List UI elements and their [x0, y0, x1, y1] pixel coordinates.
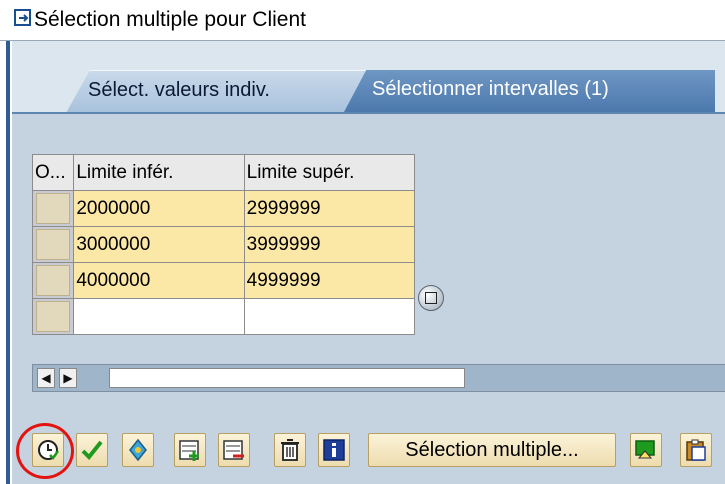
info-button[interactable]: [318, 433, 350, 467]
table-row: 2000000 2999999: [31, 190, 416, 227]
expand-icon: [425, 292, 437, 304]
row-selector-button[interactable]: [36, 301, 71, 332]
table-row: [31, 298, 416, 335]
scroll-right-arrow-icon[interactable]: ▶: [59, 368, 77, 388]
lower-limit-input[interactable]: 4000000: [73, 262, 245, 299]
expand-table-button[interactable]: [418, 285, 444, 311]
import-button[interactable]: [630, 433, 662, 467]
row-selector-cell: [31, 226, 75, 263]
column-header-lower-limit[interactable]: Limite infér.: [73, 154, 245, 191]
title-bar: Sélection multiple pour Client: [0, 0, 725, 41]
check-icon: [81, 440, 103, 460]
lower-limit-input[interactable]: [73, 298, 245, 335]
window-left-border: [0, 0, 12, 484]
tab-select-intervals[interactable]: Sélectionner intervalles (1): [344, 70, 715, 112]
row-selector-cell: [31, 262, 75, 299]
upper-limit-input[interactable]: 4999999: [243, 262, 416, 299]
paste-button[interactable]: [680, 433, 712, 467]
table-row: 4000000 4999999: [31, 262, 416, 299]
row-selector-button[interactable]: [36, 229, 71, 260]
row-selector-cell: [31, 298, 75, 335]
table-header-row: O... Limite infér. Limite supér.: [31, 154, 416, 191]
tab-single-values-label: Sélect. valeurs indiv.: [88, 79, 270, 101]
row-selector-button[interactable]: [36, 193, 71, 224]
delete-button[interactable]: [274, 433, 306, 467]
trash-icon: [281, 439, 299, 461]
insert-line-icon: [179, 440, 199, 461]
options-icon: [129, 438, 147, 462]
scroll-left-arrow-icon[interactable]: ◀: [37, 368, 55, 388]
highlight-circle: [16, 423, 74, 479]
row-selector-cell: [31, 190, 75, 227]
confirm-button[interactable]: [76, 433, 108, 467]
lower-limit-input[interactable]: 3000000: [73, 226, 245, 263]
options-button[interactable]: [122, 433, 154, 467]
upper-limit-input[interactable]: 3999999: [243, 226, 416, 263]
lower-limit-input[interactable]: 2000000: [73, 190, 245, 227]
info-icon: [323, 439, 345, 461]
delete-line-icon: [223, 440, 244, 460]
import-icon: [635, 440, 655, 459]
tab-single-values[interactable]: Sélect. valeurs indiv.: [66, 70, 366, 113]
interval-table: O... Limite infér. Limite supér. 2000000…: [31, 154, 416, 335]
tab-select-intervals-label: Sélectionner intervalles (1): [372, 78, 609, 100]
insert-line-button[interactable]: [174, 433, 206, 467]
window-icon: [14, 9, 32, 27]
table-row: 3000000 3999999: [31, 226, 416, 263]
scrollbar-thumb[interactable]: [109, 368, 465, 388]
multiple-selection-button[interactable]: Sélection multiple...: [368, 433, 616, 467]
delete-line-button[interactable]: [218, 433, 250, 467]
paste-icon: [686, 439, 706, 461]
dialog-window: Sélection multiple pour Client Sélect. v…: [0, 0, 725, 484]
horizontal-scrollbar[interactable]: ◀ ▶: [32, 364, 725, 392]
row-selector-button[interactable]: [36, 265, 71, 296]
column-header-upper-limit[interactable]: Limite supér.: [243, 154, 416, 191]
column-header-options[interactable]: O...: [31, 154, 75, 191]
upper-limit-input[interactable]: 2999999: [243, 190, 416, 227]
window-title: Sélection multiple pour Client: [34, 8, 306, 31]
upper-limit-input[interactable]: [243, 298, 416, 335]
